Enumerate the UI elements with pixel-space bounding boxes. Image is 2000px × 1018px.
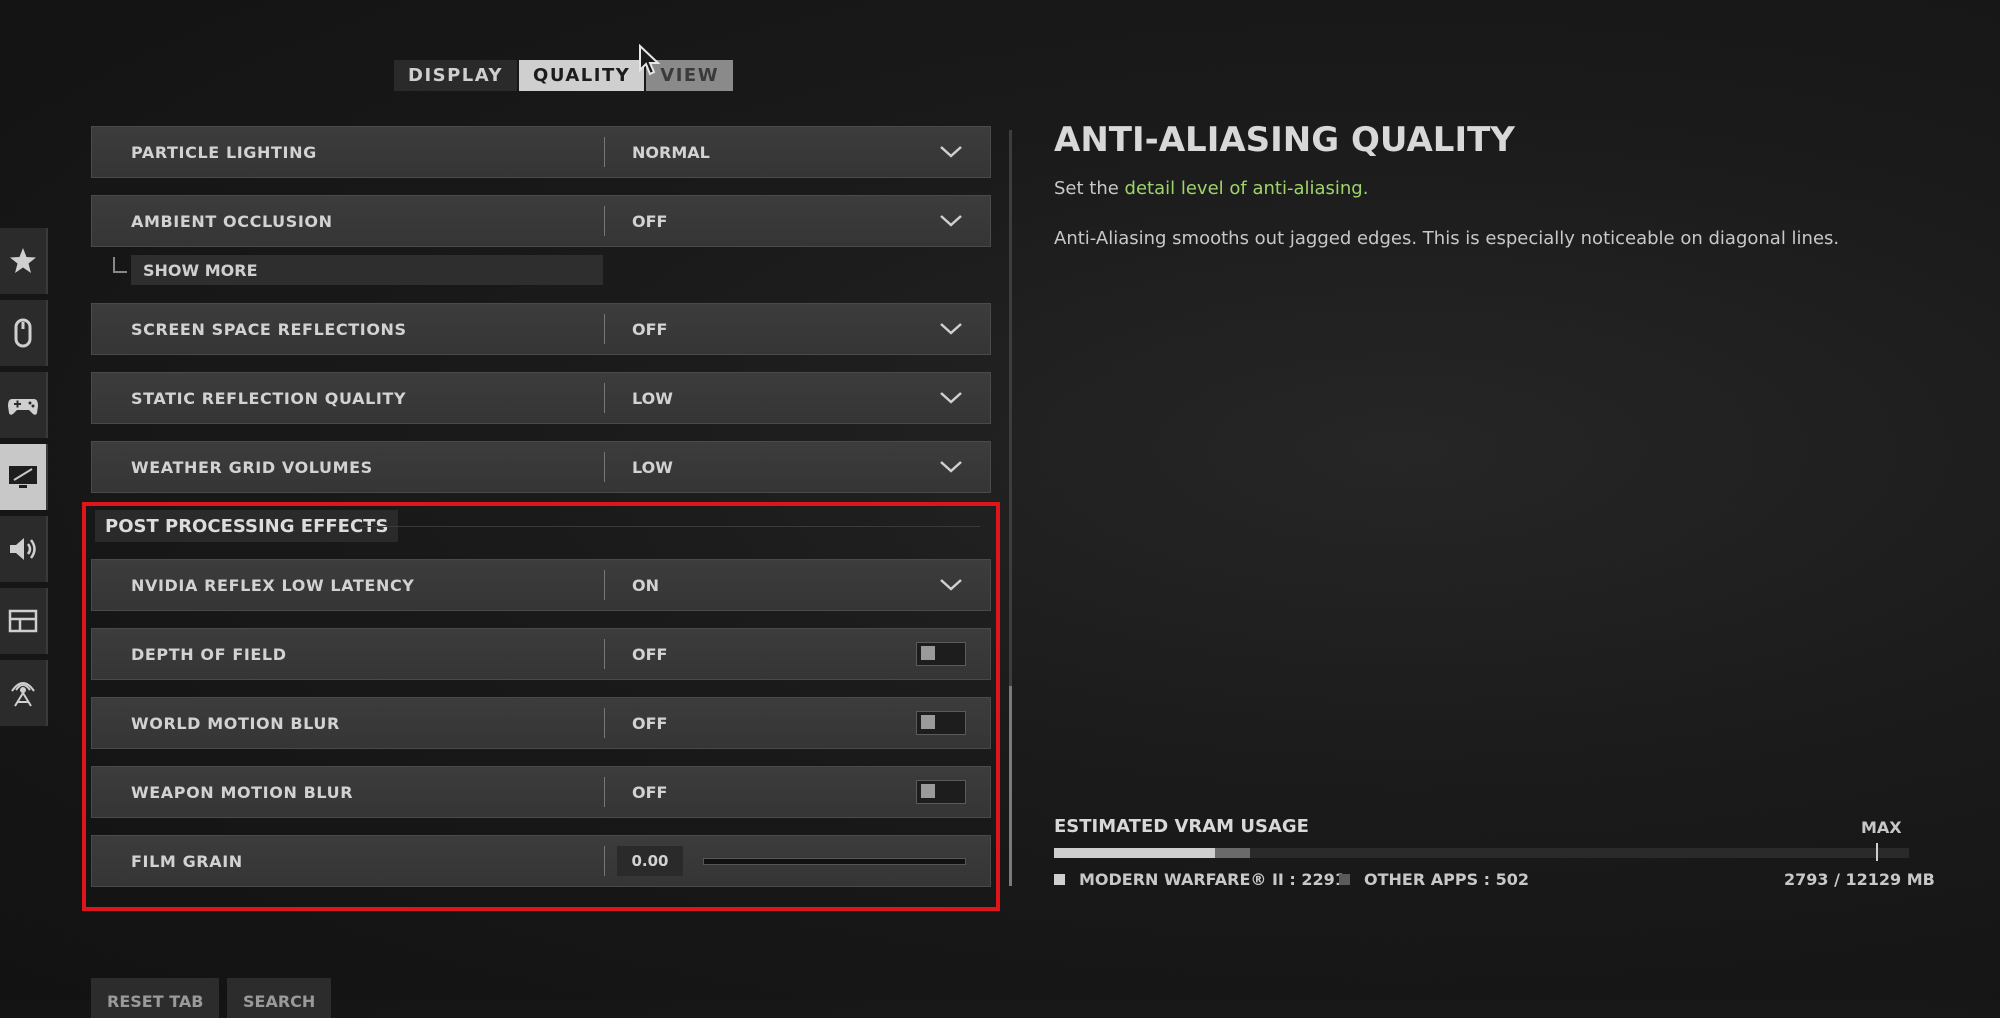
setting-row-world-motion-blur[interactable]: WORLD MOTION BLUR OFF — [91, 697, 991, 749]
mouse-icon — [14, 318, 32, 348]
depth-of-field-toggle[interactable] — [916, 642, 966, 666]
setting-row-ambient-occlusion[interactable]: AMBIENT OCCLUSION OFF — [91, 195, 991, 247]
setting-row-weather-grid-volumes[interactable]: WEATHER GRID VOLUMES LOW — [91, 441, 991, 493]
detail-subtitle: Set the detail level of anti-aliasing. — [1054, 178, 1368, 199]
show-more-button[interactable]: SHOW MORE — [131, 255, 603, 285]
chevron-down-icon[interactable] — [938, 213, 964, 229]
setting-row-film-grain[interactable]: FILM GRAIN 0.00 — [91, 835, 991, 887]
setting-value: NORMAL — [632, 142, 710, 162]
setting-value: OFF — [632, 319, 668, 339]
sidebar-item-controller[interactable] — [0, 372, 48, 438]
setting-label: NVIDIA REFLEX LOW LATENCY — [131, 575, 415, 595]
setting-label: STATIC REFLECTION QUALITY — [131, 388, 407, 408]
vram-max-label: MAX — [1861, 818, 1902, 837]
setting-label: SCREEN SPACE REFLECTIONS — [131, 319, 407, 339]
setting-label: PARTICLE LIGHTING — [131, 142, 317, 162]
toggle-knob — [921, 715, 935, 729]
network-icon — [11, 682, 35, 707]
setting-label: AMBIENT OCCLUSION — [131, 211, 333, 231]
section-divider — [360, 526, 980, 527]
chevron-down-icon[interactable] — [938, 459, 964, 475]
film-grain-slider[interactable] — [703, 857, 966, 865]
vram-total: 2793 / 12129 MB — [1784, 870, 1935, 889]
detail-title: ANTI-ALIASING QUALITY — [1054, 120, 1515, 160]
mouse-cursor-icon — [639, 44, 660, 76]
world-motion-blur-toggle[interactable] — [916, 711, 966, 735]
section-header-post-processing: POST PROCESSING EFFECTS — [95, 510, 399, 542]
setting-value: LOW — [632, 457, 673, 477]
setting-row-screen-space-reflections[interactable]: SCREEN SPACE REFLECTIONS OFF — [91, 303, 991, 355]
vram-title: ESTIMATED VRAM USAGE — [1054, 816, 1309, 837]
setting-value: OFF — [632, 713, 668, 733]
chevron-down-icon[interactable] — [938, 577, 964, 593]
vram-usage-bar — [1054, 848, 1909, 858]
setting-row-depth-of-field[interactable]: DEPTH OF FIELD OFF — [91, 628, 991, 680]
setting-row-static-reflection-quality[interactable]: STATIC REFLECTION QUALITY LOW — [91, 372, 991, 424]
setting-row-nvidia-reflex[interactable]: NVIDIA REFLEX LOW LATENCY ON — [91, 559, 991, 611]
chevron-down-icon[interactable] — [938, 144, 964, 160]
search-button[interactable]: SEARCH — [227, 978, 332, 1018]
star-icon — [10, 248, 36, 273]
sidebar-item-network[interactable] — [0, 660, 48, 726]
monitor-icon — [9, 466, 37, 488]
legend-mw: MODERN WARFARE® II : 2291 — [1054, 870, 1346, 889]
legend-swatch — [1339, 874, 1350, 885]
toggle-knob — [921, 784, 935, 798]
toggle-knob — [921, 646, 935, 660]
sidebar-item-graphics[interactable] — [0, 444, 48, 510]
setting-label: WORLD MOTION BLUR — [131, 713, 340, 733]
legend-other: OTHER APPS : 502 — [1339, 870, 1529, 889]
tab-display[interactable]: DISPLAY — [394, 60, 518, 91]
controller-icon — [8, 399, 38, 415]
setting-value: OFF — [632, 211, 668, 231]
subtitle-highlight: detail level of anti-aliasing. — [1124, 178, 1369, 199]
vram-max-marker — [1876, 843, 1878, 861]
settings-tabs: DISPLAY QUALITY VIEW — [394, 60, 734, 91]
row-divider — [604, 846, 605, 876]
setting-label: WEAPON MOTION BLUR — [131, 782, 354, 802]
speaker-icon — [10, 538, 36, 560]
setting-label: WEATHER GRID VOLUMES — [131, 457, 373, 477]
subtitle-prefix: Set the — [1054, 178, 1125, 199]
setting-label: FILM GRAIN — [131, 851, 243, 871]
setting-label: DEPTH OF FIELD — [131, 644, 287, 664]
legend-swatch — [1054, 874, 1065, 885]
detail-description: Anti-Aliasing smooths out jagged edges. … — [1054, 228, 1840, 249]
sidebar-item-mouse[interactable] — [0, 300, 48, 366]
setting-value: LOW — [632, 388, 673, 408]
reset-tab-button[interactable]: RESET TAB — [91, 978, 220, 1018]
setting-row-weapon-motion-blur[interactable]: WEAPON MOTION BLUR OFF — [91, 766, 991, 818]
film-grain-value[interactable]: 0.00 — [617, 846, 683, 876]
setting-value: ON — [632, 575, 659, 595]
tab-quality[interactable]: QUALITY — [519, 60, 645, 91]
search-label: SEARCH — [243, 992, 316, 1011]
legend-mw-label: MODERN WARFARE® II : 2291 — [1079, 870, 1346, 889]
chevron-down-icon[interactable] — [938, 390, 964, 406]
weapon-motion-blur-toggle[interactable] — [916, 780, 966, 804]
vram-bar-mw-segment — [1054, 848, 1215, 858]
sidebar-item-audio[interactable] — [0, 516, 48, 582]
interface-icon — [8, 609, 38, 633]
setting-value: OFF — [632, 782, 668, 802]
vram-bar-other-segment — [1215, 848, 1250, 858]
chevron-down-icon[interactable] — [938, 321, 964, 337]
sidebar-item-interface[interactable] — [0, 588, 48, 654]
setting-value: OFF — [632, 644, 668, 664]
scrollbar-thumb[interactable] — [1009, 686, 1012, 886]
setting-row-particle-lighting[interactable]: PARTICLE LIGHTING NORMAL — [91, 126, 991, 178]
tree-connector — [113, 257, 127, 273]
category-sidebar — [0, 228, 48, 732]
sidebar-item-general[interactable] — [0, 228, 48, 294]
legend-other-label: OTHER APPS : 502 — [1364, 870, 1530, 889]
